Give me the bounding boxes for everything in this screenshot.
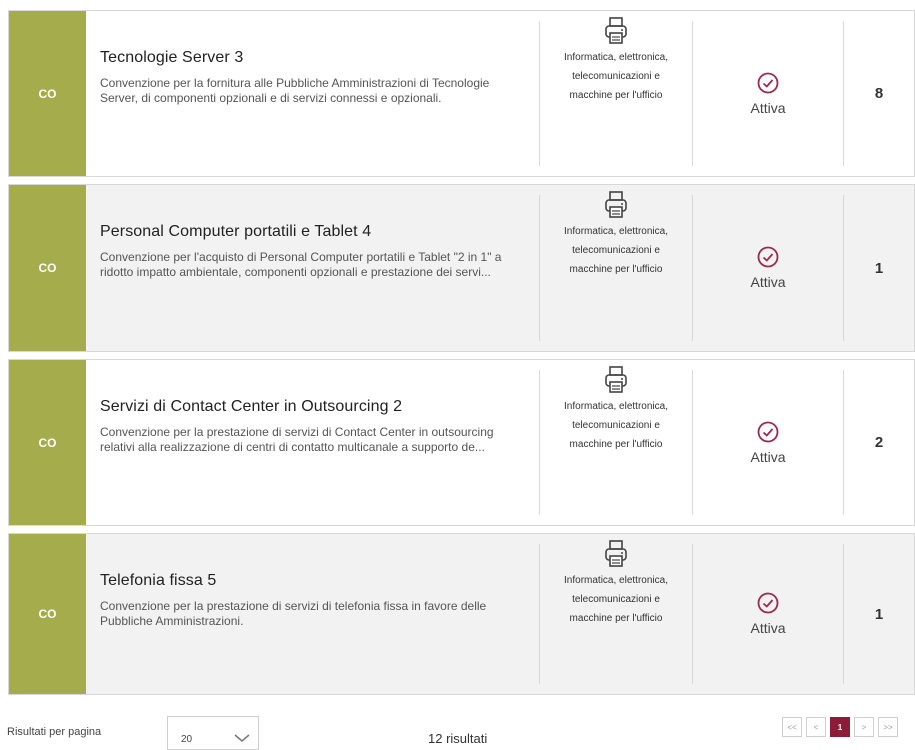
- item-info: Tecnologie Server 3 Convenzione per la f…: [86, 11, 539, 176]
- pagination-footer: Risultati per pagina 20 12 risultati << …: [0, 712, 915, 750]
- chevron-down-icon: [234, 734, 250, 742]
- first-page-button[interactable]: <<: [782, 717, 802, 737]
- pagination: << < 1 > >>: [782, 717, 898, 737]
- item-description: Convenzione per l'acquisto di Personal C…: [100, 250, 502, 279]
- item-category: Informatica, elettronica, telecomunicazi…: [540, 11, 692, 176]
- check-circle-icon: [757, 246, 779, 268]
- item-category: Informatica, elettronica, telecomunicazi…: [540, 534, 692, 694]
- item-status: Attiva: [693, 11, 843, 176]
- type-badge: CO: [9, 360, 86, 525]
- item-title[interactable]: Personal Computer portatili e Tablet 4: [100, 223, 539, 241]
- item-title[interactable]: Tecnologie Server 3: [100, 49, 539, 67]
- last-page-button[interactable]: >>: [878, 717, 898, 737]
- page-1-button[interactable]: 1: [830, 717, 850, 737]
- list-item[interactable]: CO Tecnologie Server 3 Convenzione per l…: [8, 10, 915, 177]
- category-label: Informatica, elettronica, telecomunicazi…: [564, 52, 668, 101]
- per-page-value: 20: [181, 734, 193, 745]
- item-status: Attiva: [693, 185, 843, 351]
- item-info: Personal Computer portatili e Tablet 4 C…: [86, 185, 539, 351]
- check-circle-icon: [757, 592, 779, 614]
- item-status: Attiva: [693, 534, 843, 694]
- list-item[interactable]: CO Telefonia fissa 5 Convenzione per la …: [8, 533, 915, 695]
- per-page-select[interactable]: 20: [167, 716, 259, 750]
- printer-icon: [605, 366, 627, 393]
- item-status: Attiva: [693, 360, 843, 525]
- check-circle-icon: [757, 72, 779, 93]
- item-count: 1: [874, 259, 884, 277]
- list-item[interactable]: CO Servizi di Contact Center in Outsourc…: [8, 359, 915, 526]
- next-page-button[interactable]: >: [854, 717, 874, 737]
- type-badge: CO: [9, 185, 86, 351]
- item-description: Convenzione per la fornitura alle Pubbli…: [100, 76, 490, 105]
- item-title[interactable]: Telefonia fissa 5: [100, 572, 539, 590]
- status-label: Attiva: [750, 274, 786, 290]
- status-label: Attiva: [750, 448, 786, 465]
- item-description: Convenzione per la prestazione di serviz…: [100, 425, 494, 454]
- status-label: Attiva: [750, 620, 786, 636]
- category-label: Informatica, elettronica, telecomunicazi…: [564, 401, 668, 450]
- printer-icon: [605, 17, 627, 44]
- item-count: 1: [874, 605, 884, 623]
- printer-icon: [605, 540, 627, 567]
- type-badge: CO: [9, 11, 86, 176]
- item-count: 2: [874, 434, 884, 451]
- type-badge: CO: [9, 534, 86, 694]
- check-circle-icon: [757, 421, 779, 442]
- category-label: Informatica, elettronica, telecomunicazi…: [564, 575, 668, 624]
- list-item[interactable]: CO Personal Computer portatili e Tablet …: [8, 184, 915, 352]
- item-info: Servizi di Contact Center in Outsourcing…: [86, 360, 539, 525]
- item-info: Telefonia fissa 5 Convenzione per la pre…: [86, 534, 539, 694]
- printer-icon: [605, 191, 627, 218]
- item-count: 8: [874, 85, 884, 102]
- item-description: Convenzione per la prestazione di serviz…: [100, 599, 487, 628]
- item-category: Informatica, elettronica, telecomunicazi…: [540, 360, 692, 525]
- per-page-label: Risultati per pagina: [7, 726, 102, 738]
- results-count: 12 risultati: [428, 731, 488, 746]
- item-category: Informatica, elettronica, telecomunicazi…: [540, 185, 692, 351]
- status-label: Attiva: [750, 99, 786, 116]
- item-title[interactable]: Servizi di Contact Center in Outsourcing…: [100, 398, 539, 416]
- category-label: Informatica, elettronica, telecomunicazi…: [564, 226, 668, 275]
- prev-page-button[interactable]: <: [806, 717, 826, 737]
